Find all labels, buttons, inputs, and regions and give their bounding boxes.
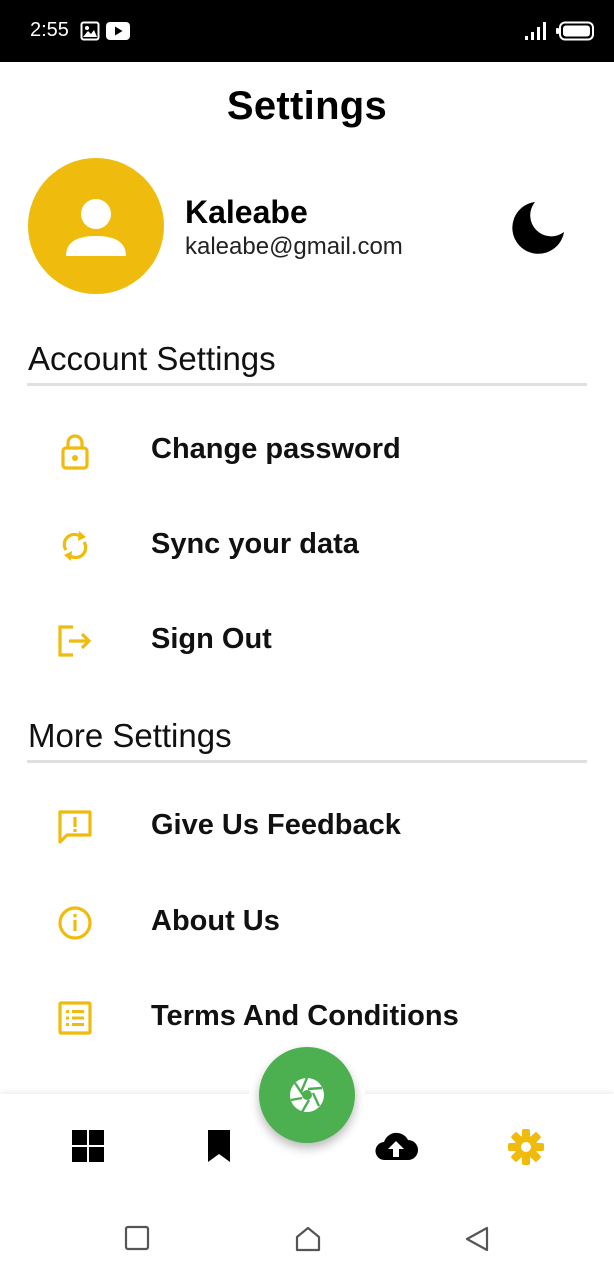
account-settings-header: Account Settings <box>28 340 276 377</box>
sync-icon <box>55 526 95 566</box>
home-icon[interactable] <box>294 1225 322 1258</box>
feedback-icon <box>55 807 95 847</box>
sign-out-label: Sign Out <box>151 623 272 655</box>
account-settings-divider <box>27 383 587 386</box>
info-icon <box>55 903 95 943</box>
lock-icon <box>55 431 95 471</box>
list-icon <box>55 998 95 1038</box>
back-icon[interactable] <box>464 1225 490 1258</box>
youtube-icon <box>106 22 130 45</box>
change-password-label: Change password <box>151 433 401 465</box>
status-bar: 2:55 <box>0 0 614 62</box>
cloud-upload-icon[interactable] <box>374 1128 418 1168</box>
sync-data-label: Sync your data <box>151 528 359 560</box>
about-us-label: About Us <box>151 905 280 937</box>
more-settings-divider <box>27 760 587 763</box>
theme-toggle-button[interactable] <box>508 198 568 258</box>
feedback-item[interactable]: Give Us Feedback <box>0 787 614 867</box>
person-icon <box>66 199 126 256</box>
settings-gear-icon[interactable] <box>507 1128 547 1168</box>
sign-out-item[interactable]: Sign Out <box>0 601 614 681</box>
signal-icon <box>524 22 548 45</box>
about-us-item[interactable]: About Us <box>0 883 614 963</box>
image-icon <box>80 21 100 46</box>
page-title: Settings <box>226 84 388 128</box>
terms-item[interactable]: Terms And Conditions <box>0 978 614 1058</box>
more-settings-header: More Settings <box>28 717 232 754</box>
profile-name: Kaleabe <box>185 194 308 230</box>
logout-icon <box>55 621 95 661</box>
change-password-item[interactable]: Change password <box>0 411 614 491</box>
dashboard-icon[interactable] <box>70 1128 110 1168</box>
camera-shutter-icon <box>290 1077 324 1113</box>
sync-data-item[interactable]: Sync your data <box>0 506 614 586</box>
profile-email: kaleabe@gmail.com <box>185 233 403 260</box>
battery-icon <box>556 21 596 46</box>
feedback-label: Give Us Feedback <box>151 809 401 841</box>
bookmark-icon[interactable] <box>203 1128 243 1168</box>
terms-label: Terms And Conditions <box>151 1000 459 1032</box>
status-time: 2:55 <box>30 19 69 41</box>
camera-fab-button[interactable] <box>259 1047 355 1143</box>
avatar[interactable] <box>28 158 164 294</box>
recent-apps-icon[interactable] <box>124 1225 150 1256</box>
moon-icon <box>512 202 564 254</box>
